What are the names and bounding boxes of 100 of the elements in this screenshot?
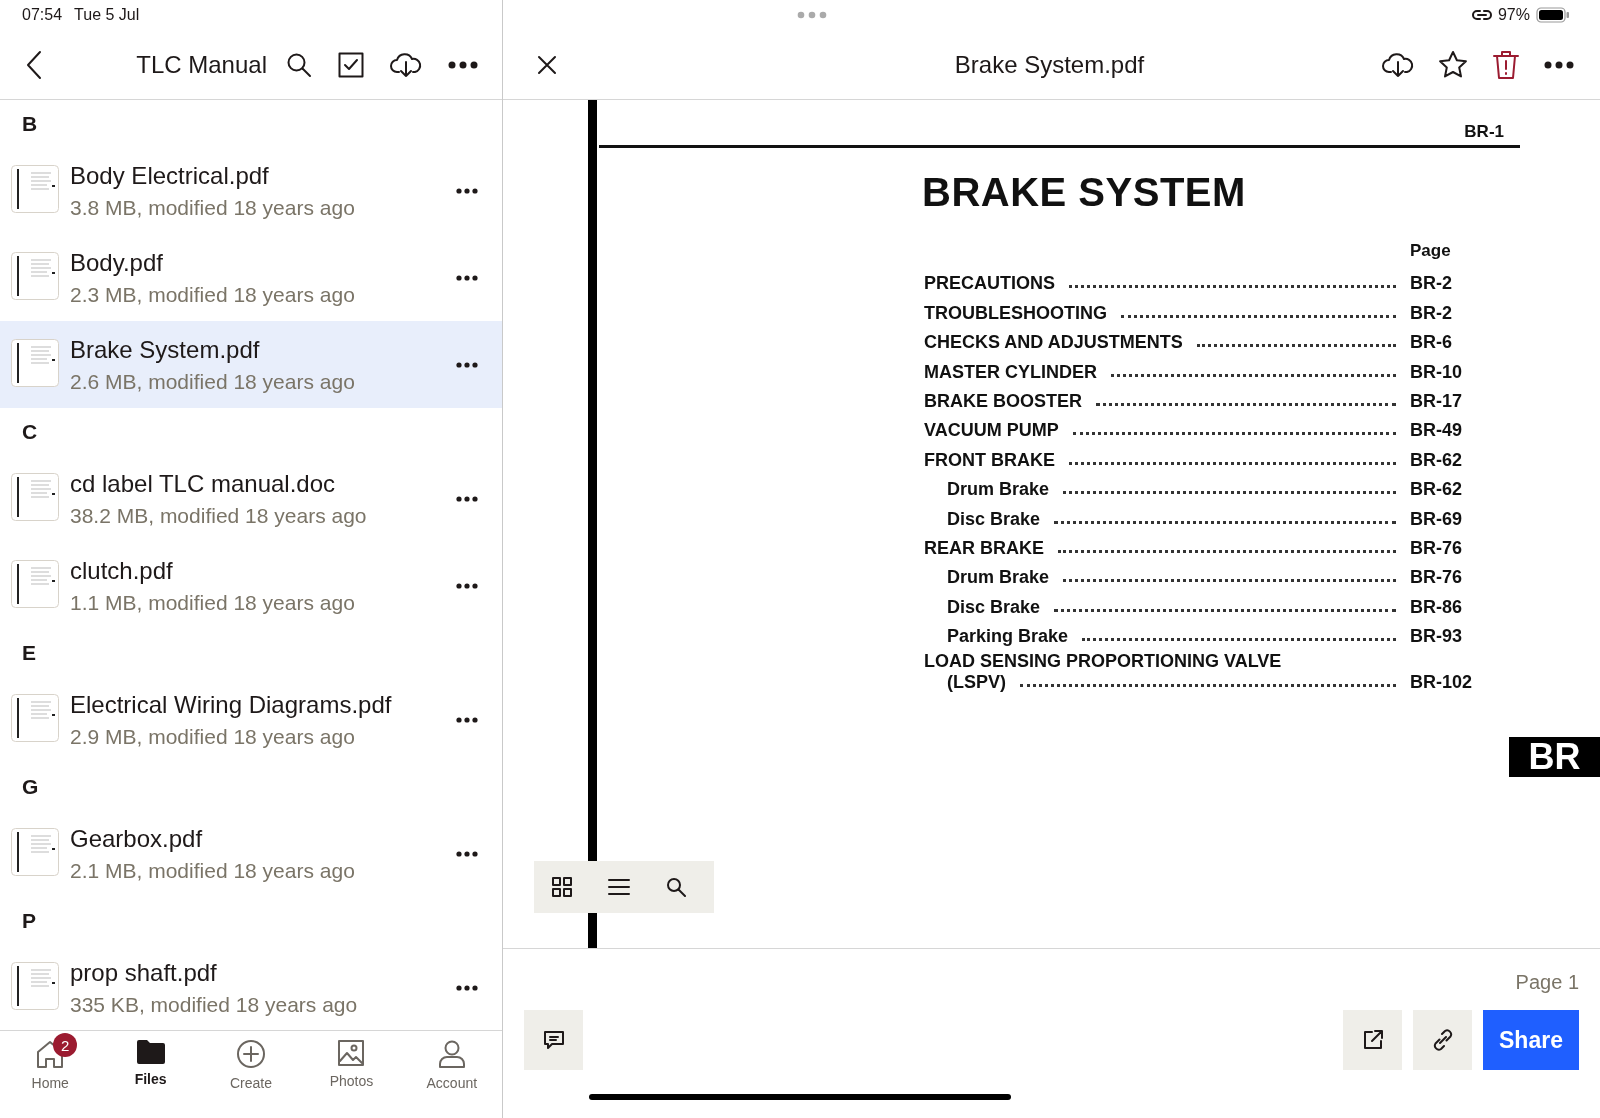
- toc-page: BR-102: [1410, 672, 1474, 694]
- toc-page: BR-17: [1410, 390, 1463, 412]
- tab-bar-item[interactable]: 2 Home: [0, 1031, 101, 1118]
- toc-title: Disc Brake: [947, 508, 1041, 530]
- comment-button[interactable]: [524, 1010, 583, 1070]
- folder-title: TLC Manual: [136, 50, 267, 79]
- file-name: Body.pdf: [70, 248, 164, 277]
- section-letter: G: [21, 773, 40, 800]
- download-button[interactable]: [1382, 51, 1414, 78]
- file-details: 2.9 MB, modified 18 years ago: [70, 724, 356, 749]
- download-button[interactable]: [390, 51, 422, 78]
- file-row[interactable]: Brake System.pdf 2.6 MB, modified 18 years ago: [0, 321, 502, 408]
- back-button[interactable]: [25, 49, 43, 80]
- multitasking-icon: [797, 11, 827, 19]
- share-button[interactable]: Share: [1483, 1010, 1579, 1070]
- section-letter: B: [21, 110, 39, 137]
- toc-page: BR-62: [1410, 479, 1463, 501]
- toc-page: BR-2: [1410, 302, 1453, 324]
- toc-page: BR-93: [1410, 626, 1463, 648]
- status-time: 07:54: [22, 6, 63, 24]
- toc-page: BR-69: [1410, 508, 1463, 530]
- file-name: clutch.pdf: [70, 556, 174, 585]
- list-view-button[interactable]: [608, 878, 630, 896]
- file-row[interactable]: Body.pdf 2.3 MB, modified 18 years ago: [0, 234, 502, 321]
- file-details: 2.3 MB, modified 18 years ago: [70, 282, 356, 307]
- battery-percent: 97%: [1497, 6, 1530, 24]
- file-row[interactable]: Electrical Wiring Diagrams.pdf 2.9 MB, modified 18 years ago: [0, 676, 502, 763]
- toc-title: PRECAUTIONS: [924, 273, 1055, 295]
- more-button[interactable]: [1544, 60, 1574, 69]
- file-details: 1.1 MB, modified 18 years ago: [70, 590, 356, 615]
- person-icon: [437, 1039, 466, 1069]
- toc-page: BR-2: [1410, 273, 1453, 295]
- file-name: cd label TLC manual.doc: [70, 469, 337, 498]
- page-column-label: Page: [1410, 241, 1452, 261]
- file-name: prop shaft.pdf: [70, 958, 218, 987]
- tab-bar-item[interactable]: Create: [200, 1031, 302, 1118]
- toc-page: BR-49: [1410, 420, 1463, 442]
- file-row[interactable]: Gearbox.pdf 2.1 MB, modified 18 years ago: [0, 810, 502, 897]
- toc-title: Disc Brake: [947, 596, 1041, 618]
- toc-page: BR-10: [1410, 361, 1463, 383]
- toc-page: BR-76: [1410, 567, 1463, 589]
- section-letter: E: [21, 639, 37, 666]
- toc-title: VACUUM PUMP: [924, 420, 1059, 442]
- file-details: 2.6 MB, modified 18 years ago: [70, 369, 356, 394]
- copy-link-button[interactable]: [1413, 1010, 1472, 1070]
- toc-title: TROUBLESHOOTING: [924, 302, 1107, 324]
- comment-icon: [542, 1030, 565, 1050]
- toc-title: Drum Brake: [947, 479, 1050, 501]
- close-button[interactable]: [537, 54, 557, 75]
- status-date: Tue 5 Jul: [74, 6, 140, 24]
- notification-badge: 2: [53, 1033, 78, 1057]
- image-icon: [337, 1039, 366, 1067]
- tab-bar-item[interactable]: Photos: [301, 1031, 402, 1118]
- toc-title: FRONT BRAKE: [924, 449, 1055, 471]
- toc-page: BR-62: [1410, 449, 1463, 471]
- toc-title: MASTER CYLINDER: [924, 361, 1097, 383]
- toc-page: BR-76: [1410, 537, 1463, 559]
- toc-title: (LSPV): [947, 672, 1006, 694]
- file-details: 335 KB, modified 18 years ago: [70, 992, 359, 1017]
- file-name: Gearbox.pdf: [70, 824, 204, 853]
- toc-title: BRAKE BOOSTER: [924, 390, 1082, 412]
- plus-circle-icon: [236, 1039, 266, 1069]
- file-row[interactable]: Body Electrical.pdf 3.8 MB, modified 18 years ago: [0, 147, 502, 234]
- toc-title: CHECKS AND ADJUSTMENTS: [924, 332, 1183, 354]
- section-letter: C: [21, 418, 39, 445]
- tab-bar-item[interactable]: Files: [100, 1031, 201, 1118]
- document-heading: BRAKE SYSTEM: [922, 170, 1247, 215]
- toc-page: BR-86: [1410, 596, 1463, 618]
- folder-icon: [135, 1039, 166, 1065]
- toc-page: BR-6: [1410, 332, 1453, 354]
- battery-icon: [1536, 7, 1570, 23]
- link-icon: [1432, 1028, 1453, 1052]
- toc-title: Parking Brake: [947, 626, 1069, 648]
- grid-view-button[interactable]: [552, 877, 572, 897]
- search-button[interactable]: [666, 877, 686, 897]
- page-code: BR-1: [1463, 122, 1504, 142]
- page-indicator: Page 1: [1515, 971, 1579, 994]
- file-name: Brake System.pdf: [70, 335, 261, 364]
- star-button[interactable]: [1438, 50, 1468, 79]
- file-name: Body Electrical.pdf: [70, 161, 270, 190]
- delete-button[interactable]: [1492, 49, 1520, 80]
- file-row[interactable]: prop shaft.pdf 335 KB, modified 18 years ago: [0, 944, 502, 1030]
- toc-title: REAR BRAKE: [924, 537, 1044, 559]
- open-external-icon: [1361, 1029, 1384, 1051]
- tab-bar-item[interactable]: Account: [401, 1031, 502, 1118]
- toc-title: Drum Brake: [947, 567, 1050, 589]
- file-row[interactable]: cd label TLC manual.doc 38.2 MB, modified 18 years ago: [0, 455, 502, 542]
- link-icon: [1471, 8, 1492, 22]
- select-button[interactable]: [338, 51, 364, 78]
- document-title: Brake System.pdf: [953, 50, 1146, 79]
- search-button[interactable]: [286, 51, 312, 78]
- section-letter: P: [21, 907, 37, 934]
- file-row[interactable]: clutch.pdf 1.1 MB, modified 18 years ago: [0, 542, 502, 629]
- file-details: 38.2 MB, modified 18 years ago: [70, 503, 368, 528]
- open-external-button[interactable]: [1343, 1010, 1402, 1070]
- file-details: 2.1 MB, modified 18 years ago: [70, 858, 356, 883]
- toc-title: LOAD SENSING PROPORTIONING VALVE: [924, 651, 1283, 673]
- file-details: 3.8 MB, modified 18 years ago: [70, 195, 356, 220]
- file-name: Electrical Wiring Diagrams.pdf: [70, 690, 393, 719]
- more-button[interactable]: [448, 60, 478, 69]
